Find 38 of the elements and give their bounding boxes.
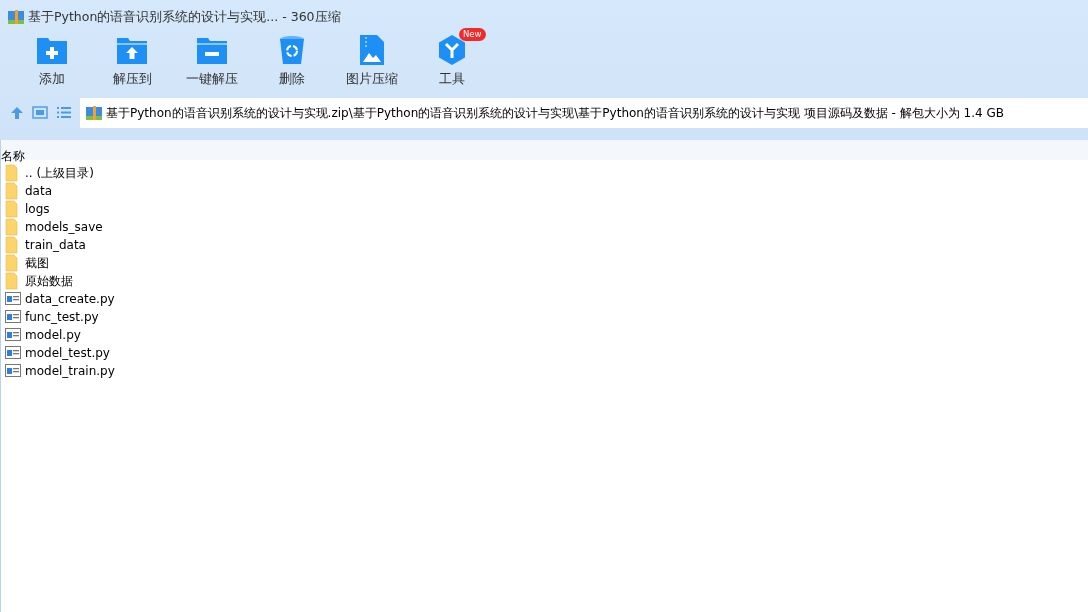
folder-icon	[5, 182, 21, 200]
archive-icon	[86, 104, 102, 121]
column-header[interactable]: 名称	[1, 147, 25, 160]
file-name[interactable]: model.py	[25, 326, 81, 344]
file-name[interactable]: model_test.py	[25, 344, 110, 362]
folder-icon	[5, 164, 21, 182]
script-file-icon	[5, 326, 21, 344]
window-title: 基于Python的语音识别系统的设计与实现... - 360压缩	[28, 7, 341, 26]
file-name[interactable]: data	[25, 182, 53, 200]
file-name[interactable]: func_test.py	[25, 308, 99, 326]
toolbar-button[interactable]: 添加	[12, 34, 92, 89]
script-file-icon	[5, 290, 21, 308]
file-name[interactable]: data_create.py	[25, 290, 115, 308]
new-badge: New	[459, 28, 486, 41]
folder-icon	[5, 272, 21, 290]
up-arrow-icon[interactable]	[10, 105, 24, 120]
folder-icon	[5, 254, 21, 272]
toolbar-button[interactable]: 删除	[252, 34, 332, 89]
toolbar-button[interactable]: 解压到	[92, 34, 172, 89]
script-file-icon	[5, 344, 21, 362]
file-name[interactable]: 截图	[25, 254, 49, 272]
file-name[interactable]: models_save	[25, 218, 103, 236]
script-file-icon	[5, 308, 21, 326]
folder-icon	[5, 236, 21, 254]
app-icon	[8, 9, 24, 25]
file-name[interactable]: .. (上级目录)	[25, 164, 94, 182]
script-file-icon	[5, 362, 21, 380]
address-field[interactable]: 基于Python的语音识别系统的设计与实现.zip\基于Python的语音识别系统的设计与实现\基于Python的语音识别系统的设计与实现 项目源码及数据 - 解包大小为 1.4 GB	[80, 97, 1088, 128]
file-name[interactable]: train_data	[25, 236, 86, 254]
folder-icon	[5, 218, 21, 236]
file-name[interactable]: 原始数据	[25, 272, 73, 290]
window-view-icon[interactable]	[32, 106, 48, 120]
toolbar-button[interactable]: 一键解压	[172, 34, 252, 89]
list-view-icon[interactable]	[56, 106, 72, 120]
file-name[interactable]: logs	[25, 200, 50, 218]
folder-icon	[5, 200, 21, 218]
toolbar-button[interactable]: 图片压缩	[332, 34, 412, 89]
file-name[interactable]: model_train.py	[25, 362, 115, 380]
